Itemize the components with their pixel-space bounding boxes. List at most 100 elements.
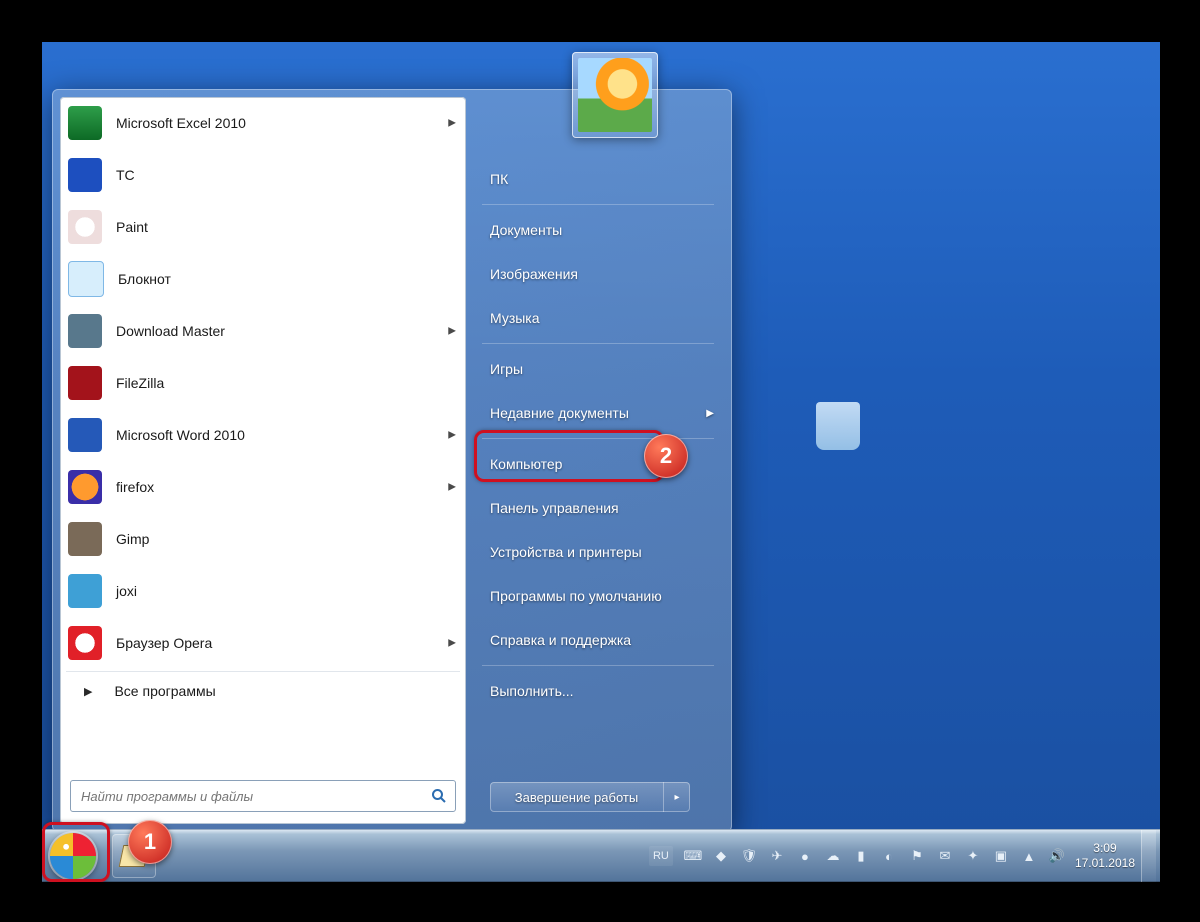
chevron-right-icon: ▶ [448, 430, 456, 441]
taskbar: RU ⌨ ◆ 🛡 ✈ ● ☁ ▮ ◐ ⚑ ✉ ✦ ▣ ▲ 🔊 3:09 17.01.2018 [42, 829, 1160, 882]
program-icon [68, 574, 102, 608]
search-input[interactable] [71, 789, 426, 804]
program-item[interactable]: Microsoft Word 2010▶ [60, 409, 466, 461]
places-item-label: ПК [490, 171, 508, 187]
clock[interactable]: 3:09 17.01.2018 [1075, 841, 1135, 871]
taskbar-pinned-explorer[interactable] [112, 834, 156, 878]
msg-icon[interactable]: ✉ [934, 845, 956, 867]
program-item[interactable]: firefox ▶ [60, 461, 466, 513]
program-label: FileZilla [116, 375, 164, 391]
chevron-right-icon: ▶ [448, 638, 456, 649]
av-icon[interactable]: ▣ [990, 845, 1012, 867]
language-indicator[interactable]: RU [649, 846, 673, 866]
places-item-label: Документы [490, 222, 562, 238]
places-item-label: Программы по умолчанию [490, 588, 662, 604]
chevron-right-icon: ▶ [448, 326, 456, 337]
chevron-right-icon: ▶ [448, 118, 456, 129]
program-icon [68, 366, 102, 400]
chevron-right-icon: ▶ [84, 685, 92, 698]
shield-icon[interactable]: 🛡 [738, 845, 760, 867]
places-item-label: Справка и поддержка [490, 632, 631, 648]
clock-time: 3:09 [1075, 841, 1135, 856]
keyboard-icon[interactable]: ⌨ [682, 845, 704, 867]
places-item[interactable]: Изображения [472, 252, 724, 296]
user-picture [578, 58, 652, 132]
flag-icon[interactable]: ⚑ [906, 845, 928, 867]
program-item[interactable]: Gimp [60, 513, 466, 565]
tool-icon[interactable]: ✦ [962, 845, 984, 867]
places-item[interactable]: ПК [472, 157, 724, 201]
shutdown-options[interactable]: ▸ [663, 782, 690, 812]
cloud-icon[interactable]: ☁ [822, 845, 844, 867]
chevron-right-icon: ▶ [706, 408, 714, 419]
shutdown-label: Завершение работы [490, 782, 663, 812]
places-item-label: Музыка [490, 310, 540, 326]
status-icon[interactable]: ◐ [878, 845, 900, 867]
program-item[interactable]: Paint [60, 201, 466, 253]
program-icon [68, 261, 104, 297]
wifi-icon[interactable]: ▲ [1018, 845, 1040, 867]
places-item-label: Устройства и принтеры [490, 544, 642, 560]
program-icon [68, 626, 102, 660]
places-item[interactable]: Недавние документы▶ [472, 391, 724, 435]
program-item[interactable]: Браузер Opera▶ [60, 617, 466, 669]
program-icon [68, 314, 102, 348]
separator [482, 343, 714, 344]
program-item[interactable]: FileZilla [60, 357, 466, 409]
separator [482, 204, 714, 205]
explorer-icon [119, 845, 150, 867]
program-label: Download Master [116, 323, 225, 339]
places-item-label: Компьютер [490, 456, 562, 472]
places-item[interactable]: Справка и поддержка [472, 618, 724, 662]
start-menu: Microsoft Excel 2010▶ TC Paint Блокнот Downl… [52, 89, 732, 832]
program-icon [68, 158, 102, 192]
places-item[interactable]: Компьютер [472, 442, 724, 486]
program-item[interactable]: joxi [60, 565, 466, 617]
start-button[interactable] [50, 833, 96, 879]
program-item[interactable]: Download Master ▶ [60, 305, 466, 357]
recycle-bin-icon [816, 402, 860, 450]
program-label: TC [116, 167, 135, 183]
program-label: firefox [116, 479, 154, 495]
program-label: Gimp [116, 531, 149, 547]
network-icon[interactable]: ▮ [850, 845, 872, 867]
all-programs[interactable]: ▶ Все программы [60, 674, 466, 708]
shutdown-button[interactable]: Завершение работы ▸ [490, 782, 690, 812]
places-item-label: Панель управления [490, 500, 619, 516]
system-tray: RU ⌨ ◆ 🛡 ✈ ● ☁ ▮ ◐ ⚑ ✉ ✦ ▣ ▲ 🔊 3:09 17.01.2018 [645, 830, 1160, 882]
program-icon [68, 210, 102, 244]
program-item[interactable]: Блокнот [60, 253, 466, 305]
recycle-bin[interactable] [816, 402, 860, 454]
places-item-label: Изображения [490, 266, 578, 282]
clock-date: 17.01.2018 [1075, 856, 1135, 871]
program-item[interactable]: Microsoft Excel 2010▶ [60, 97, 466, 149]
places-item[interactable]: Устройства и принтеры [472, 530, 724, 574]
program-item[interactable]: TC [60, 149, 466, 201]
places-item-label: Игры [490, 361, 523, 377]
search-icon[interactable] [426, 783, 452, 809]
program-icon [68, 522, 102, 556]
program-icon [68, 106, 102, 140]
places-item[interactable]: Программы по умолчанию [472, 574, 724, 618]
sound-icon[interactable]: 🔊 [1046, 845, 1068, 867]
program-label: Блокнот [118, 271, 171, 287]
program-label: joxi [116, 583, 137, 599]
app1-icon[interactable]: ◆ [710, 845, 732, 867]
separator [482, 438, 714, 439]
places-item[interactable]: Музыка [472, 296, 724, 340]
start-menu-programs-pane: Microsoft Excel 2010▶ TC Paint Блокнот Downl… [60, 97, 466, 824]
user-picture-frame[interactable] [572, 52, 658, 138]
places-item[interactable]: Документы [472, 208, 724, 252]
show-desktop-button[interactable] [1141, 830, 1156, 882]
chevron-right-icon: ▶ [448, 482, 456, 493]
program-label: Paint [116, 219, 148, 235]
telegram-icon[interactable]: ✈ [766, 845, 788, 867]
vpn-icon[interactable]: ● [794, 845, 816, 867]
places-item[interactable]: Игры [472, 347, 724, 391]
places-item[interactable]: Выполнить... [472, 669, 724, 713]
search-box[interactable] [70, 780, 456, 812]
separator [66, 671, 460, 672]
places-item-label: Выполнить... [490, 683, 574, 699]
start-menu-places-pane: ПК Документы Изображения Музыка Игры Недавние… [472, 97, 724, 824]
places-item[interactable]: Панель управления [472, 486, 724, 530]
